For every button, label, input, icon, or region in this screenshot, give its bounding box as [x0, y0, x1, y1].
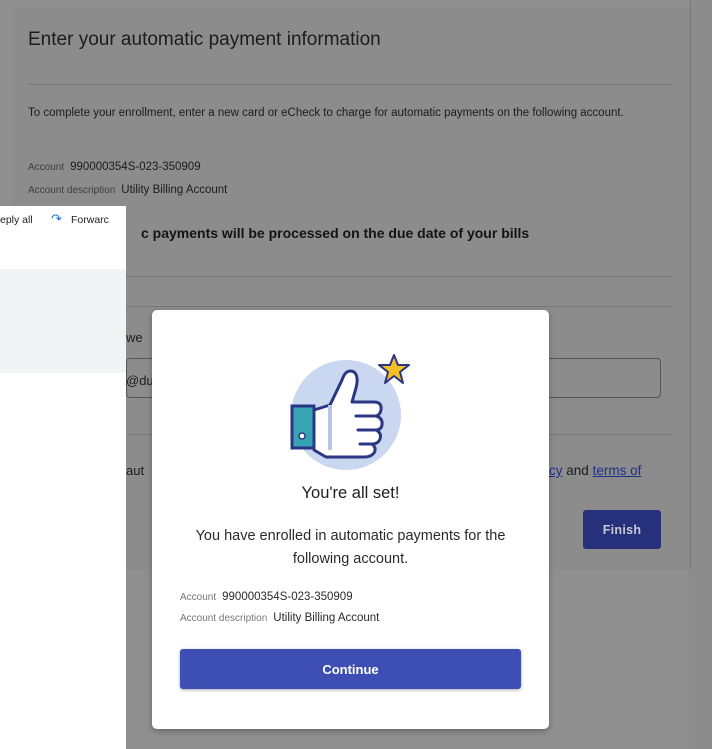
thumbs-up-star-icon [290, 354, 410, 470]
dialog-account-row: Account 990000354S-023-350909 [180, 591, 353, 603]
email-client-pane: eply all ↷ Forwarc [0, 206, 126, 749]
account-value: 990000354S-023-350909 [70, 161, 201, 173]
privacy-link[interactable]: cy [549, 463, 563, 478]
email-toolbar: eply all ↷ Forwarc [0, 206, 126, 236]
account-label: Account [28, 162, 65, 173]
email-header-strip [0, 269, 126, 373]
dialog-account-description-row: Account description Utility Billing Accou… [180, 612, 379, 624]
terms-links: cy and terms of [549, 463, 641, 478]
account-description-label: Account description [28, 185, 116, 196]
forward-button[interactable]: Forwarc [71, 214, 109, 226]
dialog-title: You're all set! [301, 484, 400, 502]
continue-button[interactable]: Continue [180, 649, 521, 689]
forward-arrow-icon[interactable]: ↷ [51, 211, 62, 227]
finish-button[interactable]: Finish [583, 510, 661, 549]
dialog-account-value: 990000354S-023-350909 [222, 591, 353, 603]
reply-all-button[interactable]: eply all [0, 214, 33, 226]
account-row: Account 990000354S-023-350909 [28, 161, 201, 173]
email-input-value: @du [126, 373, 154, 388]
account-description-value: Utility Billing Account [121, 184, 228, 196]
terms-and: and [566, 463, 589, 478]
payment-schedule-note: c payments will be processed on the due … [141, 225, 530, 241]
page-edge [689, 0, 712, 749]
account-description-row: Account description Utility Billing Accou… [28, 184, 227, 196]
page-title: Enter your automatic payment information [28, 29, 381, 50]
terms-link[interactable]: terms of [593, 463, 642, 478]
divider [28, 84, 673, 85]
success-dialog: You're all set! You have enrolled in aut… [152, 310, 549, 729]
intro-text: To complete your enrollment, enter a new… [28, 107, 624, 119]
dialog-account-description-value: Utility Billing Account [273, 612, 380, 624]
dialog-account-label: Account [180, 592, 217, 603]
dialog-account-description-label: Account description [180, 613, 268, 624]
dialog-message: You have enrolled in automatic payments … [195, 528, 506, 567]
email-label: we [126, 330, 143, 345]
terms-text-partial: aut [126, 463, 145, 478]
